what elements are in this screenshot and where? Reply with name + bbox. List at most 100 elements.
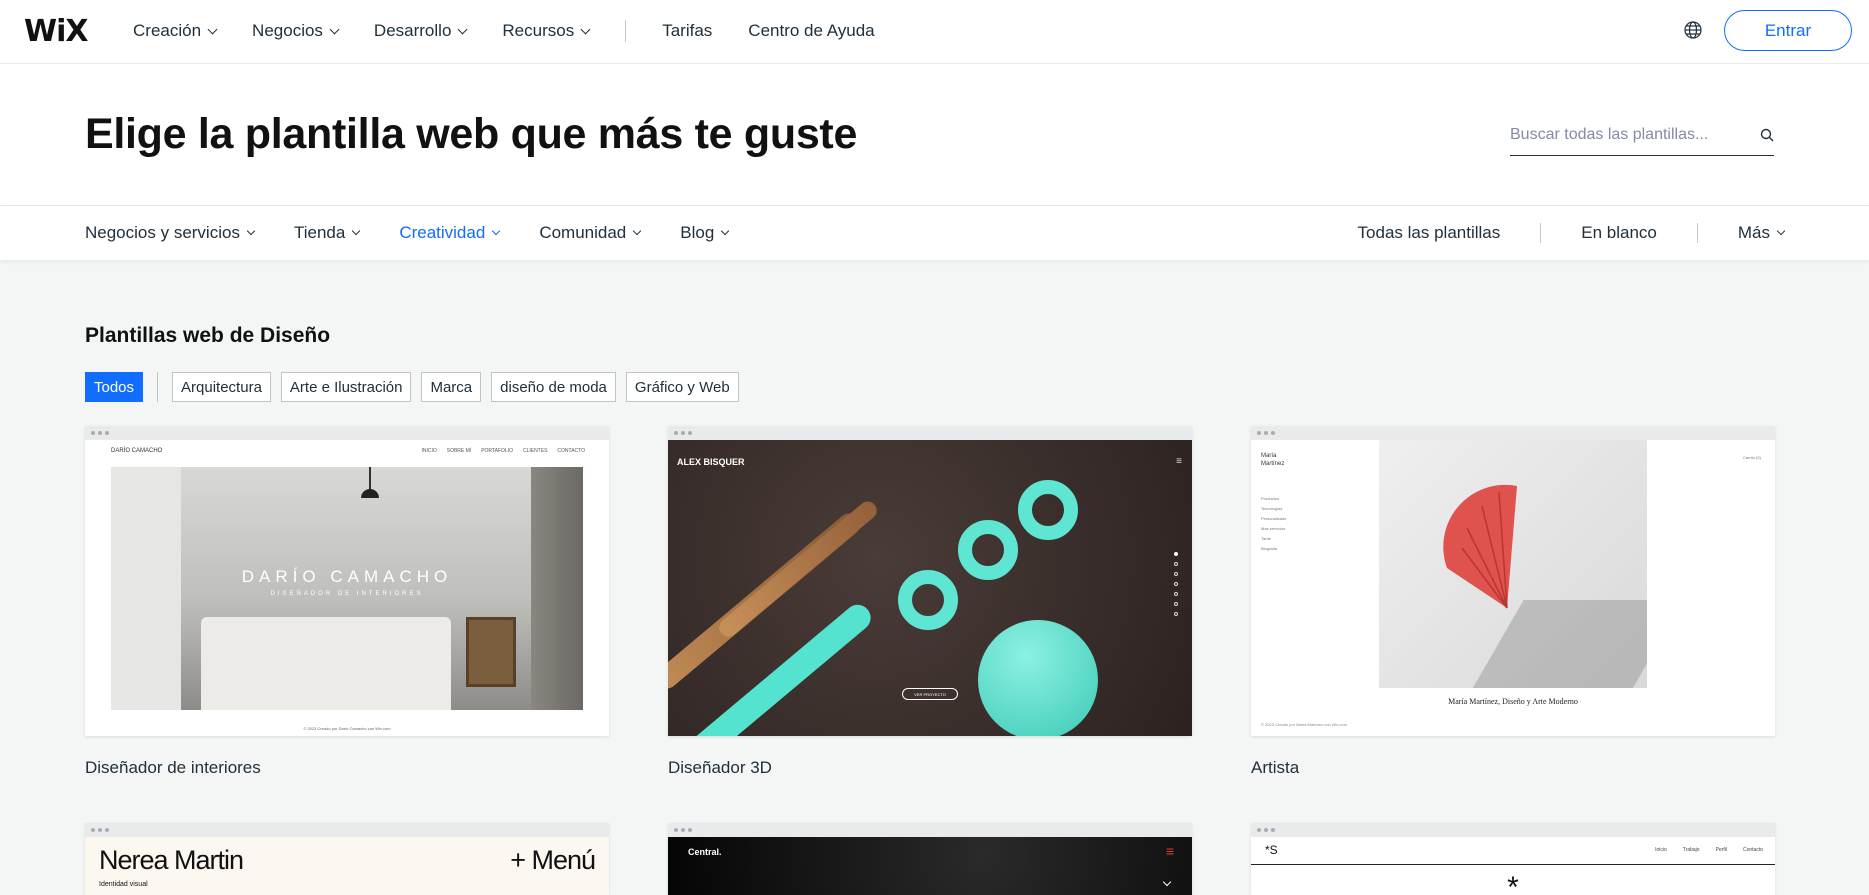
category-label: Negocios y servicios (85, 223, 240, 242)
hamburger-icon: ≡ (1176, 456, 1182, 467)
category-blog[interactable]: Blog (680, 223, 730, 243)
login-button[interactable]: Entrar (1724, 10, 1852, 51)
nav-item-desarrollo[interactable]: Desarrollo (374, 21, 468, 41)
category-creatividad[interactable]: Creatividad (399, 223, 501, 243)
preview-subline: DISEÑADOR DE INTERIORES (270, 591, 424, 597)
slide-dots[interactable] (1174, 552, 1178, 616)
template-card[interactable]: ALEX BISQUER ≡ VER PROYECTO Diseñador 3D (668, 426, 1192, 778)
preview-button: VER PROYECTO (902, 688, 958, 700)
main-menu: Creación Negocios Desarrollo Recursos Ta… (133, 0, 911, 62)
template-card[interactable]: Nerea Martin + Menú Identidad visual (85, 823, 609, 895)
preview-menu-item: Tecnologías (1261, 506, 1283, 511)
preview-menu-item: Productos (1261, 496, 1280, 501)
preview-brand: DARÍO CAMACHO (111, 448, 163, 454)
category-comunidad[interactable]: Comunidad (539, 223, 642, 243)
preview-menu-item: PORTAFOLIO (481, 448, 513, 454)
preview-headline: DARÍO CAMACHO (241, 567, 453, 586)
template-preview: *S Inicio Trabajo Perfil Contacto * (1251, 837, 1775, 895)
chevron-down-icon (352, 226, 361, 236)
preview-mark: * (1507, 871, 1519, 895)
nav-link-centro-de-ayuda[interactable]: Centro de Ayuda (748, 21, 874, 41)
category-label: Blog (680, 223, 715, 242)
preview-menu-item: Inicio (1655, 847, 1667, 853)
wix-logo[interactable]: WiX (24, 14, 89, 49)
nav-item-creacion[interactable]: Creación (133, 21, 218, 41)
decorative-shape (1018, 480, 1078, 540)
search-input[interactable] (1510, 120, 1740, 150)
nav-item-label: Creación (133, 21, 202, 40)
chevron-down-icon (580, 24, 591, 34)
preview-tagline: Identidad visual (99, 881, 148, 888)
template-thumbnail[interactable]: *S Inicio Trabajo Perfil Contacto * (1251, 823, 1775, 895)
template-card[interactable]: María Martínez Productos Tecnologías Per… (1251, 426, 1775, 778)
artwork-photo (1379, 440, 1647, 688)
preview-brand: Nerea Martin (99, 845, 244, 875)
top-navigation: WiX Creación Negocios Desarrollo Recurso… (0, 0, 1869, 64)
preview-menu-item: Trabajo (1682, 847, 1700, 853)
browser-bar (668, 426, 1192, 440)
preview-menu-item: SOBRE MÍ (446, 448, 472, 454)
filter-arquitectura[interactable]: Arquitectura (172, 372, 271, 402)
template-card[interactable]: Central. ≡ (668, 823, 1192, 895)
nav-link-tarifas[interactable]: Tarifas (662, 21, 712, 41)
template-thumbnail[interactable]: DARÍO CAMACHO INICIO SOBRE MÍ PORTAFOLIO… (85, 426, 609, 736)
browser-bar (85, 426, 609, 440)
filter-todos[interactable]: Todos (85, 372, 144, 402)
category-tienda[interactable]: Tienda (294, 223, 361, 243)
preview-brand: María Martínez (1261, 452, 1284, 468)
template-card[interactable]: *S Inicio Trabajo Perfil Contacto * (1251, 823, 1775, 895)
search-icon[interactable] (1760, 128, 1774, 142)
category-divider (1540, 223, 1542, 243)
page-header: Elige la plantilla web que más te guste (0, 64, 1869, 206)
template-search (1510, 120, 1774, 156)
template-thumbnail[interactable]: Central. ≡ (668, 823, 1192, 895)
nav-item-recursos[interactable]: Recursos (502, 21, 591, 41)
preview-menu-item: Contacto (1742, 847, 1763, 853)
filter-diseno-de-moda[interactable]: diseño de moda (491, 372, 616, 402)
template-preview: DARÍO CAMACHO INICIO SOBRE MÍ PORTAFOLIO… (85, 440, 609, 736)
template-thumbnail[interactable]: Nerea Martin + Menú Identidad visual (85, 823, 609, 895)
category-label: Comunidad (539, 223, 627, 242)
preview-menu-item: CONTACTO (557, 448, 585, 454)
chevron-down-icon (492, 226, 501, 236)
template-name[interactable]: Diseñador de interiores (85, 758, 609, 778)
category-menu: Negocios y servicios Tienda Creatividad … (85, 206, 768, 260)
filter-arte-e-ilustracion[interactable]: Arte e Ilustración (280, 372, 412, 402)
blank-templates-link[interactable]: En blanco (1581, 223, 1657, 243)
template-card[interactable]: DARÍO CAMACHO INICIO SOBRE MÍ PORTAFOLIO… (85, 426, 609, 778)
all-templates-link[interactable]: Todas las plantillas (1358, 223, 1501, 243)
chevron-down-icon (457, 24, 468, 34)
browser-bar (85, 823, 609, 837)
more-label: Más (1737, 223, 1770, 242)
category-negocios-y-servicios[interactable]: Negocios y servicios (85, 223, 256, 243)
filter-grafico-y-web[interactable]: Gráfico y Web (625, 372, 739, 402)
preview-menu-item: Biografía (1261, 546, 1278, 551)
section-title: Plantillas web de Diseño (85, 324, 331, 347)
category-bar: Negocios y servicios Tienda Creatividad … (0, 206, 1869, 260)
category-label: Creatividad (399, 223, 486, 242)
globe-icon[interactable] (1683, 20, 1703, 40)
template-name[interactable]: Diseñador 3D (668, 758, 1192, 778)
template-preview: Nerea Martin + Menú Identidad visual (85, 837, 609, 895)
nav-item-negocios[interactable]: Negocios (252, 21, 340, 41)
preview-footer: © 2023 Creado por Darío Camacho con Wix.… (303, 726, 391, 731)
more-dropdown[interactable]: Más (1737, 223, 1786, 243)
hamburger-icon: ≡ (1165, 843, 1174, 859)
preview-menu: + Menú (510, 845, 596, 875)
nav-item-label: Negocios (252, 21, 323, 40)
category-links: Todas las plantillas En blanco Más (1358, 206, 1786, 260)
chevron-down-icon (246, 226, 256, 236)
category-divider (1696, 223, 1698, 243)
subcategory-filters: Todos Arquitectura Arte e Ilustración Ma… (85, 372, 749, 402)
decorative-shape (668, 599, 876, 736)
preview-menu: Productos Tecnologías Personalizado Más … (1261, 494, 1286, 554)
preview-brand-line: Martínez (1261, 461, 1285, 467)
chevron-down-icon (1776, 226, 1786, 236)
template-thumbnail[interactable]: ALEX BISQUER ≡ VER PROYECTO (668, 426, 1192, 736)
browser-bar (668, 823, 1192, 837)
filter-marca[interactable]: Marca (421, 372, 482, 402)
preview-brand-line: María (1261, 453, 1277, 459)
preview-menu-item: Tarde (1261, 536, 1272, 541)
template-thumbnail[interactable]: María Martínez Productos Tecnologías Per… (1251, 426, 1775, 736)
template-name[interactable]: Artista (1251, 758, 1775, 778)
